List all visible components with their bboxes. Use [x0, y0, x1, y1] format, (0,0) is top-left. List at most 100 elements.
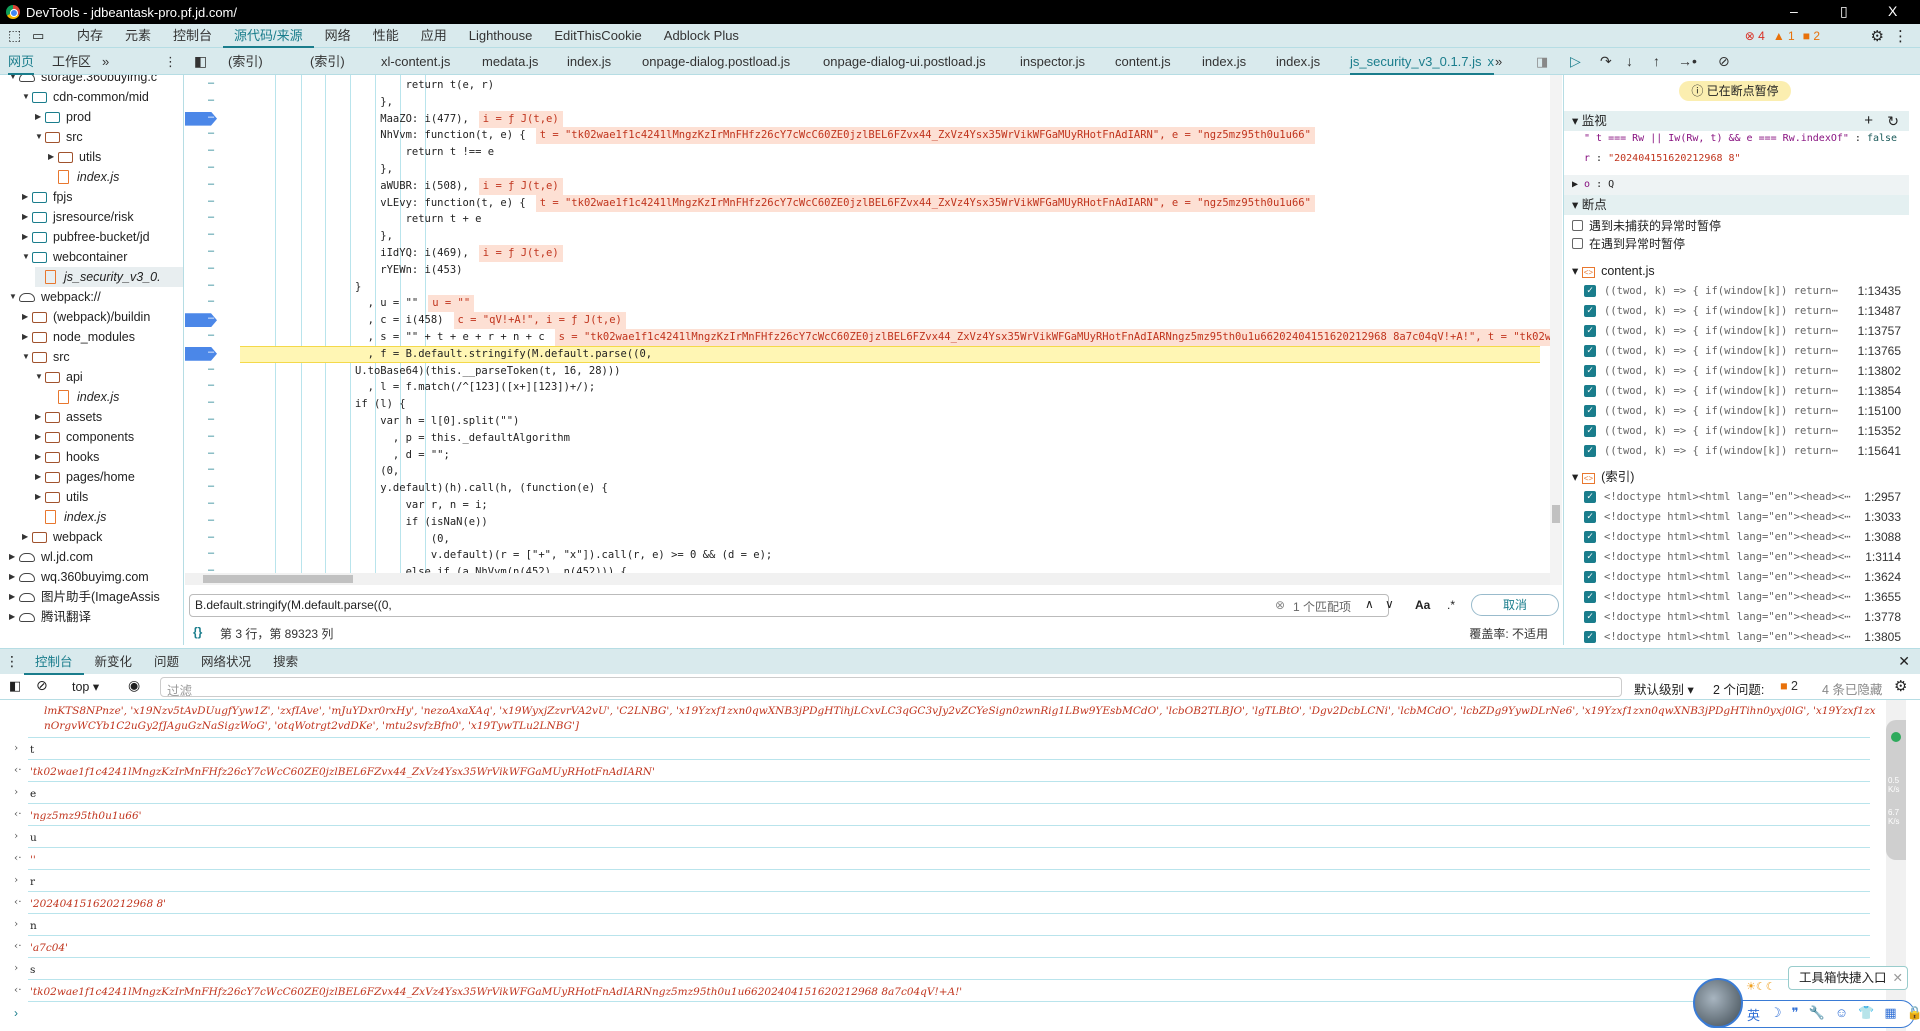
nav-tab-workspace[interactable]: 工作区 — [52, 48, 91, 75]
file-tab[interactable]: (索引) — [228, 48, 263, 75]
collapsed-arrow-icon[interactable]: ▶ — [35, 467, 45, 487]
line-gutter[interactable]: – — [185, 531, 237, 543]
warning-count[interactable]: ▲ 1 — [1773, 29, 1795, 43]
collapsed-arrow-icon[interactable]: ▶ — [22, 207, 32, 227]
close-tooltip-icon[interactable]: ✕ — [1893, 967, 1903, 989]
device-toolbar-icon[interactable]: ▭ — [32, 28, 54, 44]
collapsed-arrow-icon[interactable]: ▶ — [9, 567, 19, 587]
breakpoint-item[interactable]: ✓ <!doctype html><html lang="en"><head><⋯… — [1564, 567, 1909, 587]
tree-item[interactable]: index.js — [35, 507, 106, 527]
nav-tab-page[interactable]: 网页 — [8, 48, 35, 75]
clear-console-icon[interactable]: ⊘ — [36, 677, 48, 694]
console-output-entry[interactable]: ‹· '' — [0, 848, 1870, 870]
line-gutter[interactable]: – — [185, 413, 237, 425]
main-tab[interactable]: 源代码/来源 — [223, 24, 314, 48]
line-gutter[interactable]: – — [185, 279, 237, 291]
line-gutter[interactable]: – — [185, 161, 237, 173]
line-gutter[interactable]: – — [185, 480, 237, 492]
breakpoint-item[interactable]: ✓ ((twod, k) => { if(window[k]) return⋯ 1:… — [1564, 321, 1909, 341]
main-tab[interactable]: 元素 — [114, 24, 162, 48]
console-input-entry[interactable]: › u — [0, 826, 1870, 848]
tree-item[interactable]: ▼ cdn-common/mid — [22, 87, 149, 107]
console-output-entry[interactable]: ‹· 'tk02wae1f1c4241lMngzKzIrMnFHfz26cY7cW… — [0, 980, 1870, 1002]
file-tab[interactable]: js_security_v3_0.1.7.js x — [1350, 48, 1495, 75]
nav-menu-icon[interactable]: ⋮ — [164, 48, 177, 75]
breakpoint-file-group[interactable]: ▾ <> (索引) — [1572, 467, 1634, 487]
pretty-print-icon[interactable]: {} — [193, 625, 202, 639]
breakpoint-checkbox[interactable]: ✓ — [1584, 365, 1596, 377]
breakpoint-item[interactable]: ✓ <!doctype html><html lang="en"><head><⋯… — [1564, 587, 1909, 607]
line-gutter[interactable]: – — [185, 295, 237, 307]
line-gutter[interactable]: – — [185, 329, 237, 341]
close-tab-icon[interactable]: x — [1488, 54, 1495, 69]
line-gutter[interactable]: – — [185, 228, 237, 240]
expanded-arrow-icon[interactable]: ▼ — [9, 75, 19, 87]
match-case-button[interactable]: Aa — [1415, 598, 1430, 612]
file-tab[interactable]: xl-content.js — [381, 48, 450, 75]
toolbox-icon[interactable]: 🔧 — [1809, 1005, 1825, 1024]
line-gutter[interactable]: – — [185, 379, 237, 391]
breakpoint-checkbox[interactable]: ✓ — [1584, 385, 1596, 397]
main-tab[interactable]: Adblock Plus — [653, 24, 750, 48]
step-icon[interactable]: →• — [1678, 48, 1697, 75]
file-tab[interactable]: onpage-dialog-ui.postload.js — [823, 48, 986, 75]
breakpoint-checkbox[interactable]: ✓ — [1584, 425, 1596, 437]
main-tab[interactable]: 应用 — [410, 24, 458, 48]
console-input-entry[interactable]: › t — [0, 738, 1870, 760]
expanded-arrow-icon[interactable]: ▼ — [35, 367, 45, 387]
live-expression-eye-icon[interactable]: ◉ — [128, 677, 140, 694]
line-gutter[interactable]: – — [185, 447, 237, 459]
clear-search-icon[interactable]: ⊗ — [1275, 598, 1285, 612]
console-input-entry[interactable]: › n — [0, 914, 1870, 936]
line-gutter[interactable]: – — [185, 77, 237, 89]
breakpoint-item[interactable]: ✓ ((twod, k) => { if(window[k]) return⋯ 1:… — [1564, 441, 1909, 461]
line-gutter[interactable]: – — [185, 262, 237, 274]
tree-item[interactable]: ▶ 图片助手(ImageAssis — [9, 587, 160, 607]
settings-gear-icon[interactable]: ⚙ — [1871, 27, 1884, 45]
console-output[interactable]: lmKTS8NPnze', 'x19Nzv5tAvDUugfYyw1Z', 'z… — [0, 700, 1885, 1031]
deactivate-breakpoints-icon[interactable]: ⊘ — [1718, 48, 1730, 75]
console-input-entry[interactable]: › e — [0, 782, 1870, 804]
tree-item[interactable]: index.js — [48, 387, 119, 407]
breakpoint-item[interactable]: ✓ ((twod, k) => { if(window[k]) return⋯ 1:… — [1564, 421, 1909, 441]
checkbox[interactable] — [1572, 220, 1583, 231]
editor-horizontal-scrollbar[interactable] — [185, 573, 1550, 585]
tree-item[interactable]: ▼ webcontainer — [22, 247, 127, 267]
collapsed-arrow-icon[interactable]: ▶ — [35, 447, 45, 467]
code-editor[interactable]: – return t(e, r) – }, – MaaZO: i(477), i = … — [185, 75, 1550, 585]
toolbox-icon[interactable]: 英 — [1747, 1005, 1760, 1024]
editor-vertical-scrollbar[interactable] — [1550, 75, 1562, 585]
drawer-tab[interactable]: 问题 — [143, 649, 190, 675]
tree-item[interactable]: ▶ wq.360buyimg.com — [9, 567, 149, 587]
tree-item[interactable]: ▶ (webpack)/buildin — [22, 307, 150, 327]
line-gutter[interactable]: – — [185, 144, 237, 156]
breakpoint-checkbox[interactable]: ✓ — [1584, 325, 1596, 337]
minimize-button[interactable]: – — [1790, 3, 1798, 19]
expanded-arrow-icon[interactable]: ▼ — [22, 87, 32, 107]
restore-button[interactable]: ▯ — [1840, 3, 1848, 20]
tree-item[interactable]: ▶ fpjs — [22, 187, 72, 207]
main-tab[interactable]: 内存 — [66, 24, 114, 48]
file-tab[interactable]: medata.js — [482, 48, 538, 75]
line-gutter[interactable]: – — [185, 178, 237, 190]
collapsed-arrow-icon[interactable]: ▶ — [22, 307, 32, 327]
line-gutter[interactable]: – — [185, 463, 237, 475]
console-output-entry[interactable]: ‹· 'a7c04' — [0, 936, 1870, 958]
tree-item[interactable]: ▼ api — [35, 367, 83, 387]
line-gutter[interactable]: – — [185, 211, 237, 223]
line-gutter[interactable]: – — [185, 111, 237, 123]
console-filter-input[interactable]: 过滤 — [160, 677, 1622, 698]
line-gutter[interactable]: – — [185, 245, 237, 257]
next-match-button[interactable]: ∨ — [1385, 597, 1394, 611]
log-level-dropdown[interactable]: 默认级别 ▾ — [1634, 679, 1694, 698]
toolbox-icon[interactable]: ☺ — [1835, 1005, 1848, 1024]
toolbox-icon[interactable]: ☽ — [1770, 1005, 1782, 1024]
console-prompt[interactable]: › — [14, 1006, 18, 1020]
expanded-arrow-icon[interactable]: ▼ — [35, 127, 45, 147]
collapsed-arrow-icon[interactable]: ▶ — [22, 527, 32, 547]
collapsed-arrow-icon[interactable]: ▶ — [35, 427, 45, 447]
breakpoint-item[interactable]: ✓ <!doctype html><html lang="en"><head><⋯… — [1564, 527, 1909, 547]
tree-item[interactable]: ▶ pubfree-bucket/jd — [22, 227, 150, 247]
breakpoint-item[interactable]: ✓ <!doctype html><html lang="en"><head><⋯… — [1564, 487, 1909, 507]
line-gutter[interactable]: – — [185, 430, 237, 442]
